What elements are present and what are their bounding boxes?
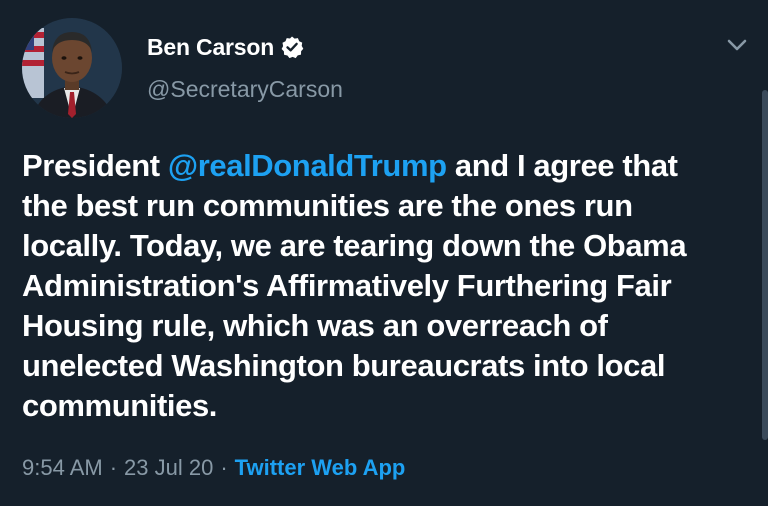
- tweet-date[interactable]: 23 Jul 20: [124, 455, 213, 480]
- mention-link[interactable]: @realDonaldTrump: [168, 148, 447, 183]
- tweet-text-line: unelected Washington bureaucrats into lo…: [22, 348, 666, 383]
- avatar[interactable]: [22, 18, 122, 118]
- display-name[interactable]: Ben Carson: [147, 34, 274, 61]
- tweet-time[interactable]: 9:54 AM: [22, 455, 103, 480]
- user-handle[interactable]: @SecretaryCarson: [147, 76, 343, 103]
- tweet-text-line: locally. Today, we are tearing down the …: [22, 228, 687, 263]
- scrollbar[interactable]: [762, 90, 768, 440]
- tweet-metadata: 9:54 AM · 23 Jul 20 · Twitter Web App: [22, 455, 405, 481]
- separator: ·: [220, 455, 228, 480]
- tweet-text-line: Housing rule, which was an overreach of: [22, 308, 608, 343]
- avatar-image: [22, 18, 122, 118]
- author-row: Ben Carson: [147, 32, 304, 62]
- separator: ·: [109, 455, 118, 480]
- tweet-text-line: communities.: [22, 388, 218, 423]
- text-segment: and I agree that: [446, 148, 678, 183]
- text-segment: President: [22, 148, 168, 183]
- tweet-card: Ben Carson @SecretaryCarson President @r…: [0, 0, 768, 506]
- tweet-text-line: President @realDonaldTrump and I agree t…: [22, 146, 742, 186]
- tweet-text: President @realDonaldTrump and I agree t…: [22, 146, 742, 426]
- tweet-text-line: the best run communities are the ones ru…: [22, 188, 633, 223]
- tweet-text-line: Administration's Affirmatively Furtherin…: [22, 268, 672, 303]
- source-link[interactable]: Twitter Web App: [235, 455, 406, 480]
- chevron-down-icon[interactable]: [722, 30, 752, 60]
- verified-badge-icon: [280, 35, 304, 59]
